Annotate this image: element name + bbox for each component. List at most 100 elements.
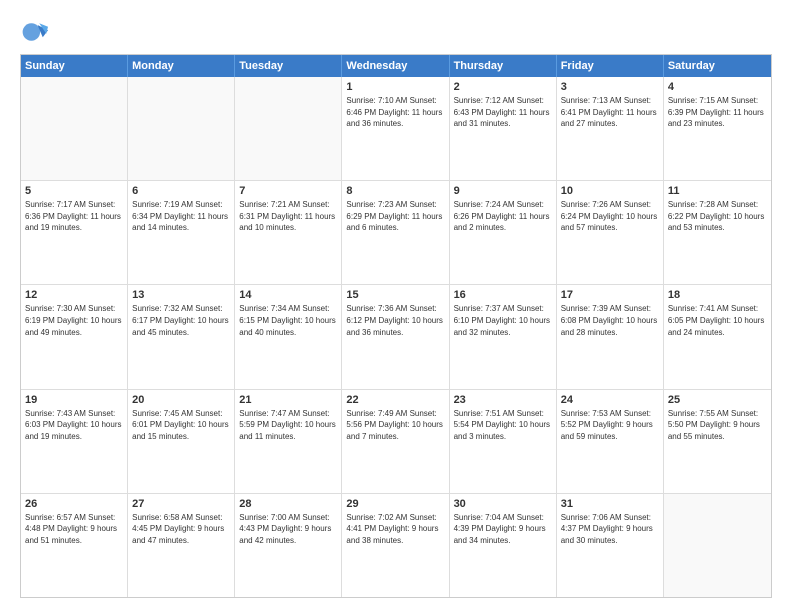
calendar-cell-4-4: 22 Sunrise: 7:49 AM Sunset: 5:56 PM Dayli… [342,390,449,493]
calendar-cell-3-3: 14 Sunrise: 7:34 AM Sunset: 6:15 PM Dayli… [235,285,342,388]
calendar-cell-5-7 [664,494,771,597]
day-header-thursday: Thursday [450,55,557,77]
day-number: 6 [132,185,230,197]
day-number: 5 [25,185,123,197]
day-info: Sunrise: 7:39 AM Sunset: 6:08 PM Dayligh… [561,303,659,338]
calendar-page: SundayMondayTuesdayWednesdayThursdayFrid… [0,0,792,612]
calendar-row-5: 26 Sunrise: 6:57 AM Sunset: 4:48 PM Dayli… [21,494,771,597]
day-number: 7 [239,185,337,197]
calendar-cell-5-2: 27 Sunrise: 6:58 AM Sunset: 4:45 PM Dayli… [128,494,235,597]
page-header [20,18,772,46]
calendar-cell-1-4: 1Sunrise: 7:10 AM Sunset: 6:46 PM Daylig… [342,77,449,180]
day-number: 11 [668,185,767,197]
day-number: 2 [454,81,552,93]
calendar-cell-2-5: 9 Sunrise: 7:24 AM Sunset: 6:26 PM Daylig… [450,181,557,284]
day-number: 16 [454,289,552,301]
day-info: Sunrise: 7:21 AM Sunset: 6:31 PM Dayligh… [239,199,337,234]
day-info: Sunrise: 7:51 AM Sunset: 5:54 PM Dayligh… [454,408,552,443]
day-number: 4 [668,81,767,93]
day-info: Sunrise: 6:57 AM Sunset: 4:48 PM Dayligh… [25,512,123,547]
calendar-cell-1-3 [235,77,342,180]
day-number: 15 [346,289,444,301]
calendar-cell-1-6: 3Sunrise: 7:13 AM Sunset: 6:41 PM Daylig… [557,77,664,180]
day-info: Sunrise: 7:41 AM Sunset: 6:05 PM Dayligh… [668,303,767,338]
calendar-row-3: 12 Sunrise: 7:30 AM Sunset: 6:19 PM Dayli… [21,285,771,389]
day-info: Sunrise: 7:23 AM Sunset: 6:29 PM Dayligh… [346,199,444,234]
day-number: 29 [346,498,444,510]
calendar-row-4: 19 Sunrise: 7:43 AM Sunset: 6:03 PM Dayli… [21,390,771,494]
day-header-sunday: Sunday [21,55,128,77]
day-info: Sunrise: 7:02 AM Sunset: 4:41 PM Dayligh… [346,512,444,547]
day-info: Sunrise: 7:12 AM Sunset: 6:43 PM Dayligh… [454,95,552,130]
day-header-saturday: Saturday [664,55,771,77]
calendar-cell-3-6: 17 Sunrise: 7:39 AM Sunset: 6:08 PM Dayli… [557,285,664,388]
day-number: 20 [132,394,230,406]
day-number: 23 [454,394,552,406]
day-info: Sunrise: 7:43 AM Sunset: 6:03 PM Dayligh… [25,408,123,443]
day-info: Sunrise: 7:34 AM Sunset: 6:15 PM Dayligh… [239,303,337,338]
calendar-cell-1-7: 4 Sunrise: 7:15 AM Sunset: 6:39 PM Daylig… [664,77,771,180]
day-number: 17 [561,289,659,301]
calendar-cell-5-1: 26 Sunrise: 6:57 AM Sunset: 4:48 PM Dayli… [21,494,128,597]
day-info: Sunrise: 7:37 AM Sunset: 6:10 PM Dayligh… [454,303,552,338]
day-info: Sunrise: 7:04 AM Sunset: 4:39 PM Dayligh… [454,512,552,547]
calendar-cell-2-2: 6Sunrise: 7:19 AM Sunset: 6:34 PM Daylig… [128,181,235,284]
day-number: 12 [25,289,123,301]
calendar-row-2: 5 Sunrise: 7:17 AM Sunset: 6:36 PM Daylig… [21,181,771,285]
calendar-cell-4-1: 19 Sunrise: 7:43 AM Sunset: 6:03 PM Dayli… [21,390,128,493]
calendar-cell-2-7: 11 Sunrise: 7:28 AM Sunset: 6:22 PM Dayli… [664,181,771,284]
day-info: Sunrise: 7:26 AM Sunset: 6:24 PM Dayligh… [561,199,659,234]
logo [20,18,52,46]
day-info: Sunrise: 7:10 AM Sunset: 6:46 PM Dayligh… [346,95,444,130]
calendar-cell-4-6: 24 Sunrise: 7:53 AM Sunset: 5:52 PM Dayli… [557,390,664,493]
calendar-cell-5-4: 29 Sunrise: 7:02 AM Sunset: 4:41 PM Dayli… [342,494,449,597]
day-info: Sunrise: 6:58 AM Sunset: 4:45 PM Dayligh… [132,512,230,547]
calendar-cell-2-6: 10 Sunrise: 7:26 AM Sunset: 6:24 PM Dayli… [557,181,664,284]
day-info: Sunrise: 7:36 AM Sunset: 6:12 PM Dayligh… [346,303,444,338]
calendar-cell-5-6: 31 Sunrise: 7:06 AM Sunset: 4:37 PM Dayli… [557,494,664,597]
day-info: Sunrise: 7:24 AM Sunset: 6:26 PM Dayligh… [454,199,552,234]
day-number: 14 [239,289,337,301]
calendar-cell-1-5: 2 Sunrise: 7:12 AM Sunset: 6:43 PM Daylig… [450,77,557,180]
day-info: Sunrise: 7:06 AM Sunset: 4:37 PM Dayligh… [561,512,659,547]
day-info: Sunrise: 7:30 AM Sunset: 6:19 PM Dayligh… [25,303,123,338]
calendar-cell-3-2: 13 Sunrise: 7:32 AM Sunset: 6:17 PM Dayli… [128,285,235,388]
day-info: Sunrise: 7:47 AM Sunset: 5:59 PM Dayligh… [239,408,337,443]
day-number: 13 [132,289,230,301]
day-header-tuesday: Tuesday [235,55,342,77]
calendar-cell-4-7: 25 Sunrise: 7:55 AM Sunset: 5:50 PM Dayli… [664,390,771,493]
calendar-body: 1Sunrise: 7:10 AM Sunset: 6:46 PM Daylig… [21,77,771,597]
day-info: Sunrise: 7:00 AM Sunset: 4:43 PM Dayligh… [239,512,337,547]
day-number: 25 [668,394,767,406]
calendar-cell-5-3: 28Sunrise: 7:00 AM Sunset: 4:43 PM Dayli… [235,494,342,597]
day-info: Sunrise: 7:15 AM Sunset: 6:39 PM Dayligh… [668,95,767,130]
calendar-cell-2-1: 5 Sunrise: 7:17 AM Sunset: 6:36 PM Daylig… [21,181,128,284]
day-number: 21 [239,394,337,406]
day-number: 18 [668,289,767,301]
calendar-cell-2-3: 7 Sunrise: 7:21 AM Sunset: 6:31 PM Daylig… [235,181,342,284]
calendar-row-1: 1Sunrise: 7:10 AM Sunset: 6:46 PM Daylig… [21,77,771,181]
day-number: 19 [25,394,123,406]
calendar-cell-4-2: 20Sunrise: 7:45 AM Sunset: 6:01 PM Dayli… [128,390,235,493]
day-info: Sunrise: 7:32 AM Sunset: 6:17 PM Dayligh… [132,303,230,338]
day-header-monday: Monday [128,55,235,77]
day-number: 8 [346,185,444,197]
day-number: 24 [561,394,659,406]
day-info: Sunrise: 7:28 AM Sunset: 6:22 PM Dayligh… [668,199,767,234]
day-info: Sunrise: 7:17 AM Sunset: 6:36 PM Dayligh… [25,199,123,234]
day-info: Sunrise: 7:55 AM Sunset: 5:50 PM Dayligh… [668,408,767,443]
day-number: 27 [132,498,230,510]
day-header-friday: Friday [557,55,664,77]
day-number: 26 [25,498,123,510]
day-header-wednesday: Wednesday [342,55,449,77]
day-number: 10 [561,185,659,197]
day-info: Sunrise: 7:13 AM Sunset: 6:41 PM Dayligh… [561,95,659,130]
day-number: 9 [454,185,552,197]
calendar-cell-5-5: 30Sunrise: 7:04 AM Sunset: 4:39 PM Dayli… [450,494,557,597]
day-number: 31 [561,498,659,510]
day-info: Sunrise: 7:49 AM Sunset: 5:56 PM Dayligh… [346,408,444,443]
day-number: 22 [346,394,444,406]
calendar: SundayMondayTuesdayWednesdayThursdayFrid… [20,54,772,598]
calendar-header: SundayMondayTuesdayWednesdayThursdayFrid… [21,55,771,77]
day-info: Sunrise: 7:53 AM Sunset: 5:52 PM Dayligh… [561,408,659,443]
